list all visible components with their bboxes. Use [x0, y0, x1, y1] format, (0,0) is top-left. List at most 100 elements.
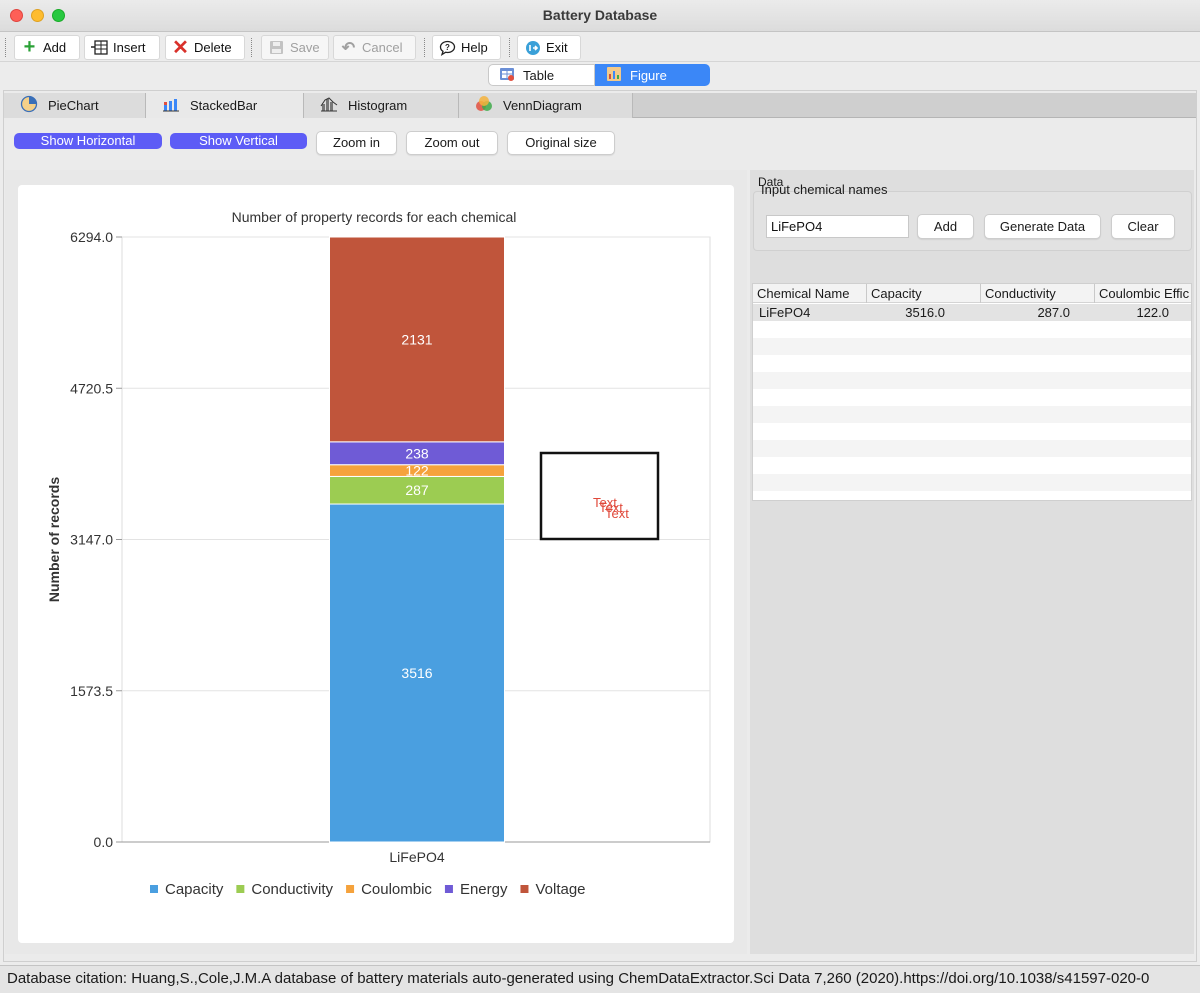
- column-header-capacity[interactable]: Capacity: [867, 284, 981, 303]
- tab-venndiagram[interactable]: VennDiagram: [459, 93, 633, 118]
- generate-data-button[interactable]: Generate Data: [984, 214, 1101, 239]
- cell-capacity: 3516.0: [905, 305, 945, 320]
- chart-card: 0.0 1573.5 3147.0 4720.5 6294.0 Number of pro…: [18, 185, 734, 943]
- add-button[interactable]: + Add: [14, 35, 80, 60]
- show-vertical-button[interactable]: Show Vertical: [170, 133, 307, 149]
- cancel-button[interactable]: ↶ Cancel: [333, 35, 416, 60]
- pie-chart-icon: [20, 95, 38, 116]
- tab-table-label: Table: [523, 67, 555, 83]
- column-header-conductivity[interactable]: Conductivity: [981, 284, 1095, 303]
- exit-label: Exit: [546, 40, 568, 55]
- table-row-empty: [753, 457, 1191, 474]
- y-tick-label: 1573.5: [70, 683, 113, 699]
- x-tick-label: LiFePO4: [389, 849, 444, 865]
- save-label: Save: [290, 40, 320, 55]
- stacked-bar-icon: [162, 96, 180, 115]
- cell-chemical-name: LiFePO4: [759, 305, 811, 320]
- column-header-chemical-name[interactable]: Chemical Name: [753, 284, 867, 303]
- cell-conductivity: 287.0: [1037, 305, 1070, 320]
- tab-piechart[interactable]: PieChart: [4, 93, 146, 118]
- delete-x-icon: ✕: [172, 37, 189, 59]
- tab-histogram-label: Histogram: [348, 98, 408, 113]
- histogram-icon: [320, 96, 338, 115]
- data-label-conductivity: 287: [405, 482, 429, 498]
- data-label-voltage: 2131: [401, 331, 432, 347]
- zoom-out-button[interactable]: Zoom out: [406, 131, 498, 155]
- table-row-empty: [753, 321, 1191, 338]
- tab-stackedbar-label: StackedBar: [190, 98, 258, 113]
- legend-swatch-coulombic: [346, 885, 355, 893]
- insert-table-icon: [91, 39, 108, 56]
- annotation-text: Text: [605, 506, 629, 521]
- table-row-empty: [753, 474, 1191, 491]
- input-chemical-title: Input chemical names: [761, 182, 888, 197]
- data-label-capacity: 3516: [401, 665, 432, 681]
- legend-swatch-capacity: [150, 885, 158, 893]
- table-header: Chemical Name Capacity Conductivity Coul…: [753, 284, 1191, 303]
- toolbar-separator: [424, 38, 426, 57]
- show-horizontal-button[interactable]: Show Horizontal: [14, 133, 162, 149]
- y-tick-label: 3147.0: [70, 532, 113, 548]
- add-label: Add: [43, 40, 67, 55]
- svg-text:?: ?: [445, 43, 450, 52]
- column-header-coulombic[interactable]: Coulombic Effic: [1095, 284, 1191, 303]
- exit-icon: [524, 39, 541, 56]
- title-bar: Battery Database: [0, 0, 1200, 32]
- stacked-bar-chart: 0.0 1573.5 3147.0 4720.5 6294.0 Number of pro…: [46, 209, 711, 898]
- delete-button[interactable]: ✕ Delete: [165, 35, 245, 60]
- toolbar-grip[interactable]: [5, 38, 7, 57]
- legend-label-energy: Energy: [460, 881, 508, 898]
- toolbar-separator: [251, 38, 253, 57]
- table-row-empty: [753, 372, 1191, 389]
- legend-swatch-voltage: [520, 885, 529, 893]
- undo-icon: ↶: [341, 39, 356, 57]
- help-label: Help: [461, 40, 488, 55]
- legend-label-voltage: Voltage: [535, 881, 585, 898]
- tab-stackedbar[interactable]: StackedBar: [146, 93, 304, 118]
- y-tick-label: 6294.0: [70, 229, 113, 245]
- table-row-empty: [753, 355, 1191, 372]
- legend-swatch-conductivity: [236, 885, 245, 893]
- table-row-empty: [753, 338, 1191, 355]
- add-chemical-button[interactable]: Add: [917, 214, 974, 239]
- y-tick-label: 0.0: [94, 834, 114, 850]
- tab-histogram[interactable]: Histogram: [304, 93, 459, 118]
- cancel-label: Cancel: [362, 40, 403, 55]
- tab-venndiagram-label: VennDiagram: [503, 98, 582, 113]
- toolbar-separator: [509, 38, 511, 57]
- help-speech-bubble-icon: ?: [439, 39, 456, 56]
- table-row-empty: [753, 440, 1191, 457]
- toolbar: + Add Insert ✕ Delete Save ↶ Cancel ? He…: [0, 32, 1200, 62]
- tab-figure[interactable]: Figure: [595, 64, 710, 86]
- chart-title: Number of property records for each chem…: [232, 209, 517, 225]
- figure-chart-icon: [606, 66, 622, 85]
- insert-button[interactable]: Insert: [84, 35, 160, 60]
- insert-label: Insert: [113, 40, 146, 55]
- exit-button[interactable]: Exit: [517, 35, 581, 60]
- help-button[interactable]: ? Help: [432, 35, 501, 60]
- legend-label-coulombic: Coulombic: [361, 881, 432, 898]
- table-row-empty: [753, 423, 1191, 440]
- table-row-empty: [753, 406, 1191, 423]
- delete-label: Delete: [194, 40, 232, 55]
- citation-status-bar: Database citation: Huang,S.,Cole,J.M.A d…: [0, 965, 1200, 993]
- tab-table[interactable]: Table: [488, 64, 595, 86]
- legend-label-capacity: Capacity: [165, 881, 224, 898]
- venn-diagram-icon: [475, 95, 493, 116]
- cell-coulombic: 122.0: [1136, 305, 1169, 320]
- y-tick-label: 4720.5: [70, 380, 113, 396]
- table-row[interactable]: LiFePO4 3516.0 287.0 122.0: [753, 304, 1191, 321]
- original-size-button[interactable]: Original size: [507, 131, 615, 155]
- save-button[interactable]: Save: [261, 35, 329, 60]
- data-table[interactable]: Chemical Name Capacity Conductivity Coul…: [752, 283, 1192, 501]
- table-grid-icon: [499, 66, 515, 85]
- chemical-name-input[interactable]: [766, 215, 909, 238]
- window-title: Battery Database: [542, 7, 658, 23]
- clear-button[interactable]: Clear: [1111, 214, 1175, 239]
- floppy-disk-icon: [268, 39, 285, 56]
- legend-swatch-energy: [444, 885, 453, 893]
- zoom-in-button[interactable]: Zoom in: [316, 131, 397, 155]
- legend-label-conductivity: Conductivity: [251, 881, 333, 898]
- tab-figure-label: Figure: [630, 67, 667, 83]
- y-axis-title: Number of records: [46, 477, 62, 602]
